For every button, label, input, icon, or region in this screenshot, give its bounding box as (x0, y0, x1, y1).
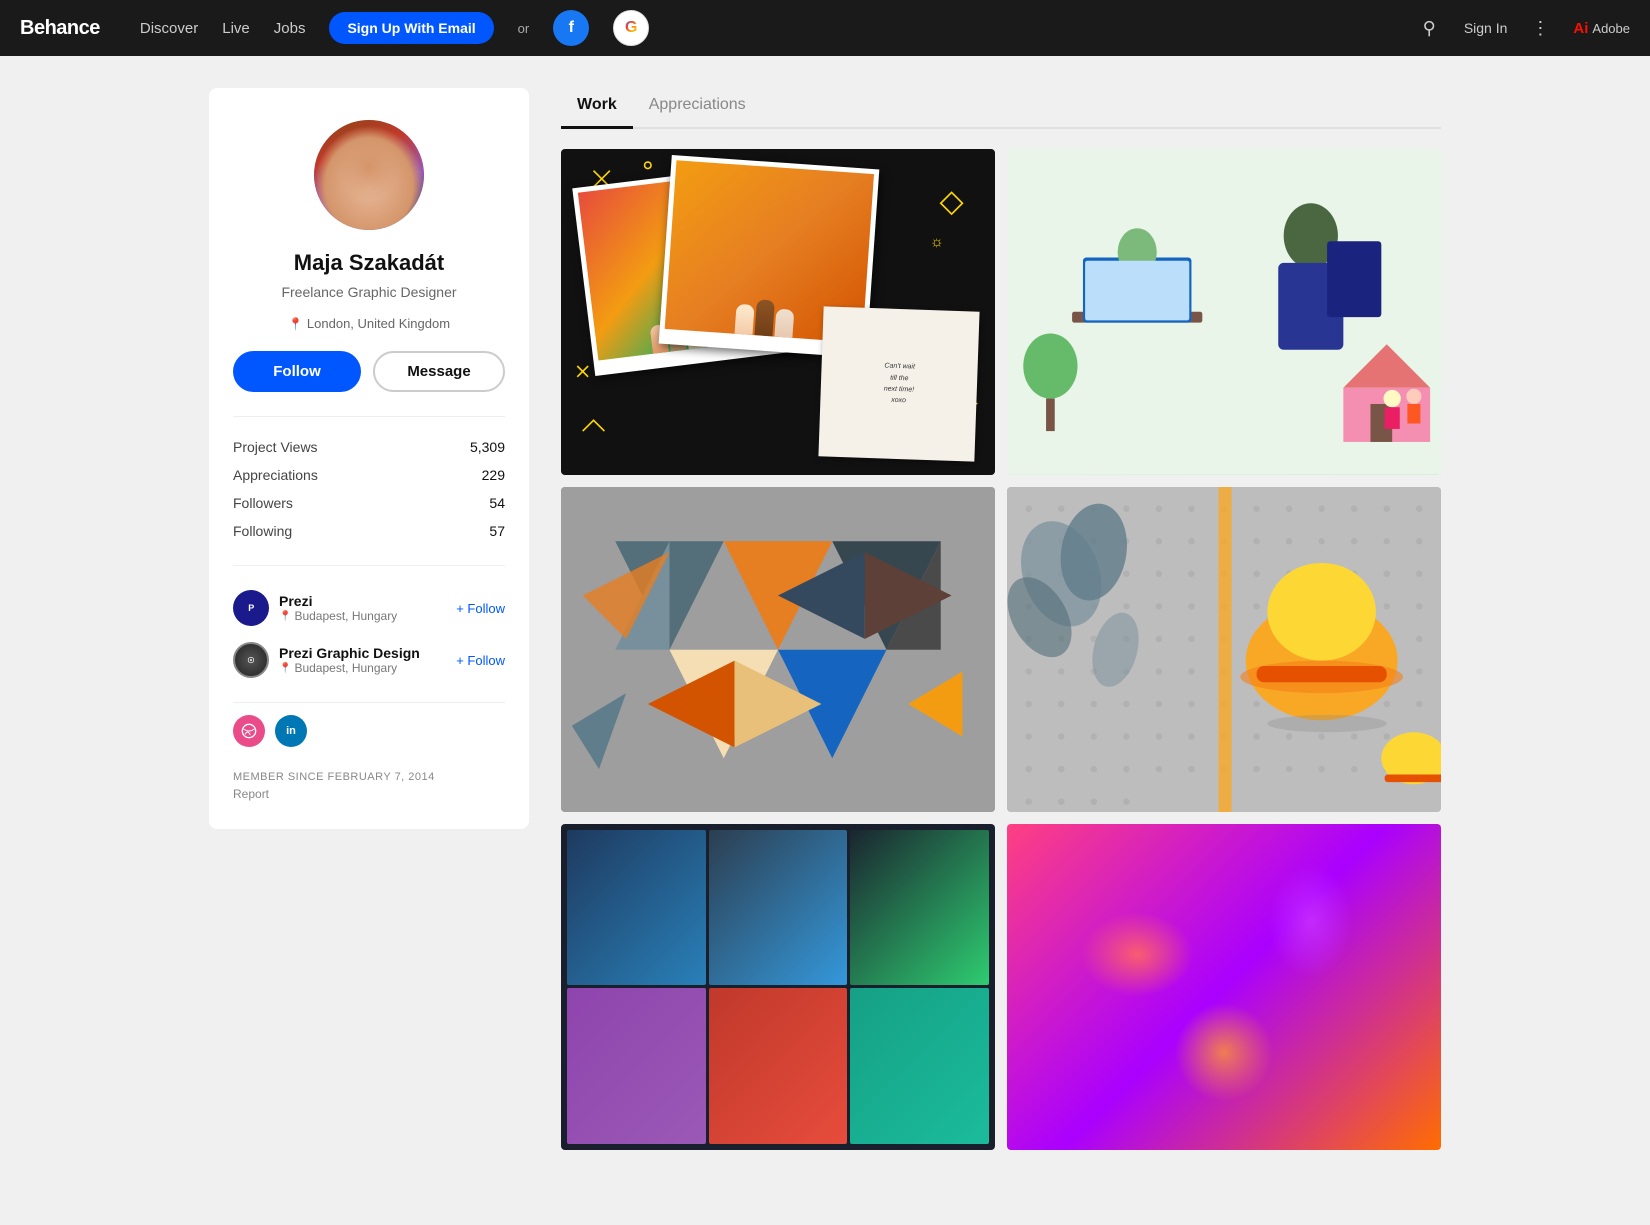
project-image-6 (1007, 824, 1441, 1150)
stats-table: Project Views 5,309 Appreciations 229 Fo… (233, 416, 505, 545)
affil-info-prezi: Prezi 📍 Budapest, Hungary (279, 593, 446, 623)
stat-following: Following 57 (233, 517, 505, 545)
affil-pin-icon: 📍 (279, 611, 291, 622)
action-buttons: Follow Message (233, 351, 505, 392)
nav-discover[interactable]: Discover (140, 20, 198, 37)
prezi-gd-logo-icon: ☉ (233, 642, 269, 678)
project-card-6[interactable] (1007, 824, 1441, 1150)
project-card-1[interactable]: ☼ ⭐ (561, 149, 995, 475)
navbar: Behance Discover Live Jobs Sign Up With … (0, 0, 1650, 56)
google-signup-button[interactable]: G (613, 10, 649, 46)
stat-value-views: 5,309 (470, 439, 505, 455)
adobe-label: Adobe (1592, 21, 1630, 36)
nav-jobs[interactable]: Jobs (274, 20, 306, 37)
svg-text:☼: ☼ (930, 234, 944, 251)
project-image-1: ☼ ⭐ (561, 149, 995, 475)
message-button[interactable]: Message (373, 351, 505, 392)
tab-appreciations[interactable]: Appreciations (633, 88, 762, 129)
prezi-follow-button[interactable]: + Follow (456, 601, 505, 616)
prezi-logo-icon: P (233, 590, 269, 626)
stat-followers: Followers 54 (233, 489, 505, 517)
avatar-image (314, 120, 424, 230)
affil-item-prezi: P Prezi 📍 Budapest, Hungary + Follow (233, 582, 505, 634)
nav-links: Discover Live Jobs (140, 20, 306, 37)
affil-item-prezi-gd: ☉ Prezi Graphic Design 📍 Budapest, Hunga… (233, 634, 505, 686)
project-card-4[interactable] (1007, 487, 1441, 813)
search-icon[interactable]: ⚲ (1423, 18, 1436, 39)
tab-work[interactable]: Work (561, 88, 633, 129)
stat-appreciations: Appreciations 229 (233, 461, 505, 489)
social-icons: in (233, 702, 505, 763)
profile-name: Maja Szakadát (233, 250, 505, 276)
affil-pin-icon-2: 📍 (279, 663, 291, 674)
affil-location-prezi-gd: 📍 Budapest, Hungary (279, 661, 446, 675)
stat-value-following: 57 (489, 523, 505, 539)
affiliations-section: P Prezi 📍 Budapest, Hungary + Follow ☉ P… (233, 565, 505, 686)
avatar (314, 120, 424, 230)
slide-4 (567, 988, 706, 1143)
linkedin-icon[interactable]: in (275, 715, 307, 747)
profile-location: 📍 London, United Kingdom (233, 316, 505, 331)
stat-value-followers: 54 (489, 495, 505, 511)
slide-5 (709, 988, 848, 1143)
project-image-4 (1007, 487, 1441, 813)
sign-in-link[interactable]: Sign In (1464, 20, 1508, 36)
nav-or-text: or (518, 21, 530, 36)
profile-title: Freelance Graphic Designer (233, 284, 505, 300)
abstract-art (1007, 824, 1441, 1150)
stat-label-following: Following (233, 523, 292, 539)
member-since: MEMBER SINCE FEBRUARY 7, 2014 (233, 771, 505, 783)
project-card-3[interactable] (561, 487, 995, 813)
site-logo[interactable]: Behance (20, 17, 100, 40)
stat-project-views: Project Views 5,309 (233, 433, 505, 461)
profile-sidebar: Maja Szakadát Freelance Graphic Designer… (209, 88, 529, 829)
affil-location-prezi: 📍 Budapest, Hungary (279, 609, 446, 623)
location-text: London, United Kingdom (307, 316, 450, 331)
slide-2 (709, 830, 848, 985)
profile-tabs: Work Appreciations (561, 88, 1441, 129)
affil-location-text-prezi: Budapest, Hungary (294, 609, 397, 623)
project-image-3 (561, 487, 995, 813)
signup-button[interactable]: Sign Up With Email (329, 12, 493, 44)
slide-3 (850, 830, 989, 985)
stat-label-appreciations: Appreciations (233, 467, 318, 483)
affil-info-prezi-gd: Prezi Graphic Design 📍 Budapest, Hungary (279, 645, 446, 675)
prezi-gd-follow-button[interactable]: + Follow (456, 653, 505, 668)
affil-name-prezi-gd[interactable]: Prezi Graphic Design (279, 645, 446, 661)
stat-value-appreciations: 229 (482, 467, 505, 483)
project-image-5 (561, 824, 995, 1150)
main-content: Work Appreciations ☼ (561, 88, 1441, 1150)
grid-icon[interactable]: ⋮ (1531, 18, 1549, 39)
adobe-logo-area: Ai Adobe (1573, 20, 1630, 37)
adobe-logo-icon: Ai (1573, 20, 1588, 37)
stat-label-views: Project Views (233, 439, 318, 455)
project-grid: ☼ ⭐ (561, 149, 1441, 1150)
page-body: Maja Szakadát Freelance Graphic Designer… (185, 56, 1465, 1182)
nav-live[interactable]: Live (222, 20, 250, 37)
project-card-5[interactable] (561, 824, 995, 1150)
follow-button[interactable]: Follow (233, 351, 361, 392)
slide-1 (567, 830, 706, 985)
slide-6 (850, 988, 989, 1143)
report-link[interactable]: Report (233, 787, 505, 801)
location-pin-icon: 📍 (288, 317, 303, 331)
project-card-2[interactable] (1007, 149, 1441, 475)
dribbble-icon[interactable] (233, 715, 265, 747)
affil-name-prezi[interactable]: Prezi (279, 593, 446, 609)
facebook-signup-button[interactable]: f (553, 10, 589, 46)
project-image-2 (1007, 149, 1441, 475)
avatar-wrapper (233, 120, 505, 230)
affil-location-text-prezi-gd: Budapest, Hungary (294, 661, 397, 675)
slides-grid (567, 830, 989, 1144)
stat-label-followers: Followers (233, 495, 293, 511)
